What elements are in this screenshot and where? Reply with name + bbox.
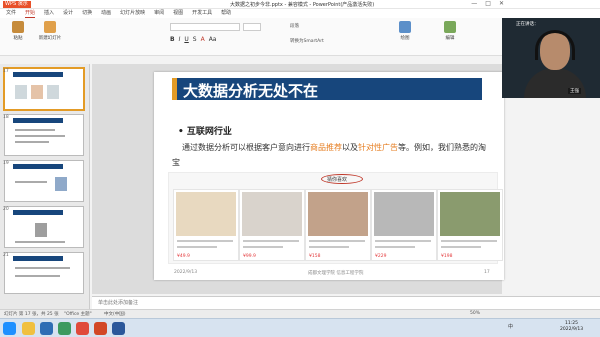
slide-canvas[interactable]: 大数据分析无处不在 • 互联网行业 通过数据分析可以根据客户意向进行商品推荐以及…	[92, 64, 504, 294]
tab-slideshow[interactable]: 幻灯片放映	[120, 9, 145, 18]
smartart-button[interactable]: 转换为SmartArt	[290, 38, 324, 46]
clipboard-icon	[12, 21, 24, 33]
product-card: ¥99.9	[239, 189, 305, 261]
chrome-icon[interactable]	[76, 322, 89, 335]
window-controls: — □ ✕	[471, 0, 504, 7]
product-image	[176, 192, 236, 236]
slide-page-number: 17	[484, 270, 490, 275]
tab-insert[interactable]: 插入	[44, 9, 54, 18]
shapes-icon	[399, 21, 411, 33]
presenter-name: 王强	[568, 88, 581, 94]
tab-view[interactable]: 视图	[173, 9, 183, 18]
tab-review[interactable]: 审阅	[154, 9, 164, 18]
slide-thumbnail[interactable]: 21	[3, 252, 84, 294]
wechat-icon[interactable]	[58, 322, 71, 335]
window-title: 大数据之初步今非.pptx - 兼容模式 - PowerPoint(产品激活失败…	[230, 2, 375, 8]
change-case-button[interactable]: Aa	[209, 36, 217, 43]
webcam-video[interactable]: 正在讲话： 王强	[502, 18, 600, 98]
minimize-button[interactable]: —	[471, 0, 477, 7]
new-slide-icon	[44, 21, 56, 33]
theme-name: "Office 主题"	[64, 312, 92, 317]
font-size-select[interactable]	[243, 23, 261, 31]
underline-button[interactable]: U	[184, 36, 188, 43]
body-paragraph[interactable]: 通过数据分析可以根据客户意向进行商品推荐以及针对性广告等。例如，我们熟悉的淘宝	[172, 140, 490, 170]
language[interactable]: 中文(中国)	[104, 311, 126, 317]
speaking-status: 正在讲话：	[516, 22, 539, 27]
product-card: ¥229	[371, 189, 437, 261]
tab-design[interactable]: 设计	[63, 9, 73, 18]
meeting-app-icon[interactable]	[40, 322, 53, 335]
slide-footer-date: 2022/9/13	[174, 270, 198, 275]
strike-button[interactable]: S	[193, 36, 197, 43]
highlight-text: 针对性广告	[358, 143, 398, 152]
folder-icon[interactable]	[22, 322, 35, 335]
format-row: B I U S A Aa	[170, 36, 216, 43]
current-slide[interactable]: 大数据分析无处不在 • 互联网行业 通过数据分析可以根据客户意向进行商品推荐以及…	[154, 72, 504, 280]
paste-button[interactable]: 粘贴	[8, 21, 28, 41]
tab-home[interactable]: 开始	[25, 9, 36, 18]
ribbon-tabs: 文件 开始 插入 设计 切换 动画 幻灯片放映 审阅 视图 开发工具 帮助	[0, 9, 600, 18]
tab-file[interactable]: 文件	[6, 9, 16, 18]
font-name-select[interactable]	[170, 23, 240, 31]
tab-animations[interactable]: 动画	[101, 9, 111, 18]
zoom-level[interactable]: 50%	[470, 311, 480, 316]
taobao-screenshot[interactable]: 猜你喜欢 ¥49.9 ¥99.9 ¥158 ¥229 ¥198	[168, 172, 503, 264]
powerpoint-icon[interactable]	[94, 322, 107, 335]
product-image	[440, 192, 500, 236]
close-button[interactable]: ✕	[499, 0, 504, 7]
tab-developer[interactable]: 开发工具	[192, 9, 212, 18]
drawing-button[interactable]: 绘图	[395, 21, 415, 41]
slide-thumbnail[interactable]: 19	[3, 160, 84, 202]
slide-thumbnail[interactable]: 17	[3, 68, 84, 110]
tab-transitions[interactable]: 切换	[82, 9, 92, 18]
app-logo[interactable]: WPS 演示	[3, 1, 31, 8]
taskbar: 中 11:25 2022/9/13	[0, 318, 600, 337]
product-image	[308, 192, 368, 236]
system-clock[interactable]: 11:25 2022/9/13	[560, 321, 583, 333]
slide-count: 幻灯片 第 17 张，共 25 张	[4, 312, 59, 317]
product-image	[374, 192, 434, 236]
slide-thumbnail[interactable]: 18	[3, 114, 84, 156]
edit-icon	[444, 21, 456, 33]
paragraph-group[interactable]: 段落	[290, 23, 299, 31]
tab-help[interactable]: 帮助	[221, 9, 231, 18]
status-bar: 幻灯片 第 17 张，共 25 张 "Office 主题" 中文(中国) 50%	[0, 309, 600, 318]
recommend-label: 猜你喜欢	[327, 177, 348, 183]
notes-pane[interactable]: 单击此处添加备注	[92, 296, 600, 309]
edit-button[interactable]: 编辑	[440, 21, 460, 41]
slide-footer-school: 成都文理学院 信息工程学院	[308, 271, 364, 276]
bullet-heading[interactable]: • 互联网行业	[178, 124, 232, 137]
title-bar: WPS 演示 大数据之初步今非.pptx - 兼容模式 - PowerPoint…	[0, 0, 600, 9]
product-card: ¥198	[437, 189, 503, 261]
ime-indicator[interactable]: 中	[508, 323, 513, 330]
product-card: ¥49.9	[173, 189, 239, 261]
start-icon[interactable]	[3, 322, 16, 335]
highlight-text: 商品推荐	[310, 143, 342, 152]
slide-thumbnail[interactable]: 20	[3, 206, 84, 248]
new-slide-button[interactable]: 新建幻灯片	[39, 21, 61, 41]
italic-button[interactable]: I	[179, 36, 181, 43]
word-icon[interactable]	[112, 322, 125, 335]
slide-title-bar: 大数据分析无处不在	[172, 78, 482, 100]
product-card: ¥158	[305, 189, 371, 261]
notes-placeholder: 单击此处添加备注	[98, 300, 139, 306]
slide-thumbnail-panel[interactable]: 17 18 19 20 21	[0, 64, 90, 309]
product-image	[242, 192, 302, 236]
headset-icon	[535, 30, 575, 60]
bold-button[interactable]: B	[170, 36, 175, 43]
maximize-button[interactable]: □	[485, 0, 491, 7]
slide-title[interactable]: 大数据分析无处不在	[183, 80, 318, 101]
font-color-button[interactable]: A	[201, 36, 205, 43]
